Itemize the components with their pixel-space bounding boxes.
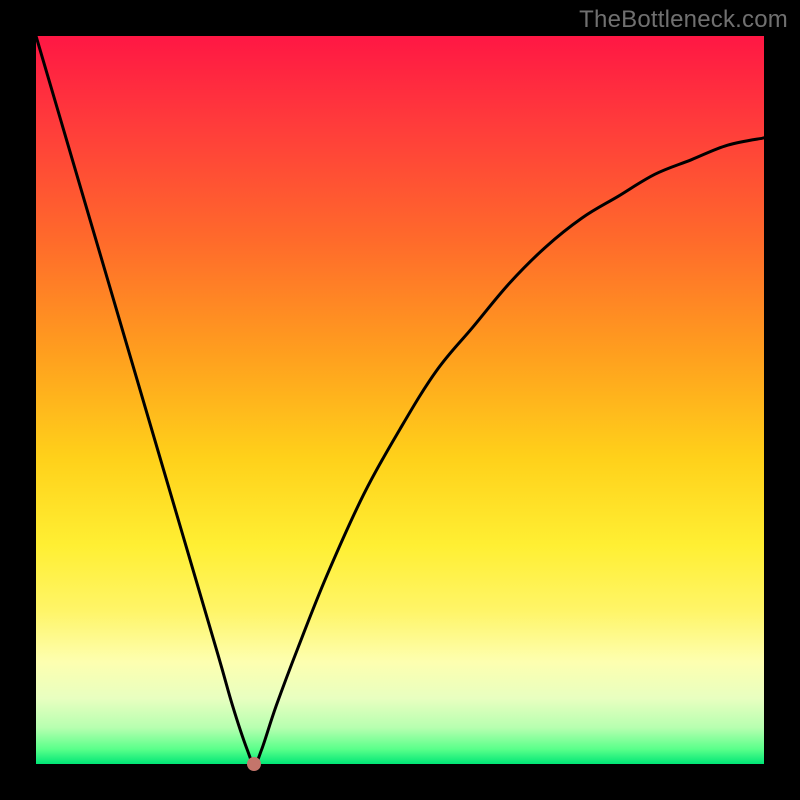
bottleneck-curve	[36, 36, 764, 764]
watermark-text: TheBottleneck.com	[579, 6, 788, 34]
curve-svg	[36, 36, 764, 764]
chart-frame: TheBottleneck.com	[0, 0, 800, 800]
plot-area	[36, 36, 764, 764]
optimal-point-marker	[247, 757, 261, 771]
